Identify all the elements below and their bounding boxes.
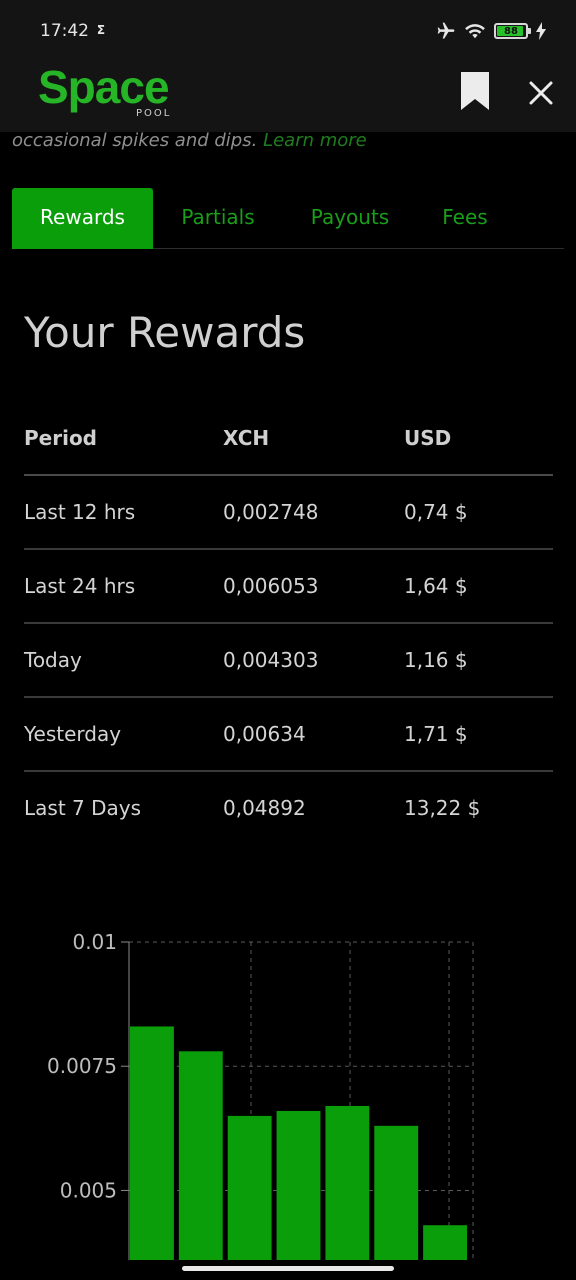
space-pool-logo[interactable]: Space POOL (38, 61, 170, 119)
battery-icon: 88 (494, 23, 531, 39)
intro-description: occasional spikes and dips. (12, 130, 264, 151)
chart-bar (130, 1026, 174, 1260)
rewards-chart: 0.01 0.0075 0.005 (0, 930, 576, 1260)
table-row: Last 24 hrs 0,006053 1,64 $ (24, 550, 553, 624)
close-button[interactable] (524, 76, 558, 110)
chart-y-tick-label: 0.005 (60, 1178, 117, 1202)
tab-rewards[interactable]: Rewards (12, 188, 153, 249)
app-header: Space POOL (0, 58, 576, 132)
chart-bar (374, 1125, 419, 1260)
tab-fees[interactable]: Fees (432, 188, 498, 249)
xch-cell: 0,006053 (223, 574, 319, 598)
period-cell: Last 12 hrs (24, 500, 136, 524)
bookmark-button[interactable] (458, 70, 492, 112)
page-title: Your Rewards (24, 308, 306, 357)
chart-bar (227, 1115, 272, 1260)
sigma-icon: Σ (96, 23, 106, 37)
xch-cell: 0,002748 (223, 500, 319, 524)
period-cell: Last 24 hrs (24, 574, 136, 598)
charging-icon (536, 22, 546, 40)
xch-cell: 0,004303 (223, 648, 319, 672)
period-cell: Yesterday (24, 722, 122, 746)
header-usd: USD (404, 426, 452, 450)
logo-subtext: POOL (136, 108, 172, 119)
header-period: Period (24, 426, 97, 450)
xch-cell: 0,04892 (223, 796, 306, 820)
chart-bar (325, 1105, 370, 1260)
wifi-icon (465, 24, 485, 39)
status-time: 17:42 (40, 21, 89, 41)
period-cell: Last 7 Days (24, 796, 142, 820)
chart-bar (423, 1225, 467, 1260)
usd-cell: 1,16 $ (404, 648, 468, 672)
bookmark-icon (461, 72, 489, 110)
usd-cell: 13,22 $ (404, 796, 481, 820)
usd-cell: 1,71 $ (404, 722, 468, 746)
battery-level: 88 (504, 25, 518, 37)
xch-cell: 0,00634 (223, 722, 306, 746)
status-bar: 17:42 Σ 88 (0, 0, 576, 58)
table-row: Today 0,004303 1,16 $ (24, 624, 553, 698)
home-indicator[interactable] (182, 1266, 394, 1271)
table-header-row: Period XCH USD (24, 402, 553, 476)
table-row: Last 7 Days 0,04892 13,22 $ (24, 772, 553, 846)
table-row: Last 12 hrs 0,002748 0,74 $ (24, 476, 553, 550)
tab-partials[interactable]: Partials (167, 188, 269, 249)
usd-cell: 1,64 $ (404, 574, 468, 598)
intro-text: occasional spikes and dips. Learn more (12, 130, 367, 151)
usd-cell: 0,74 $ (404, 500, 468, 524)
chart-y-tick-label: 0.0075 (47, 1054, 117, 1078)
header-xch: XCH (223, 426, 270, 450)
period-cell: Today (24, 648, 82, 672)
chart-y-tick-label: 0.01 (72, 930, 117, 954)
airplane-icon (437, 22, 455, 39)
close-icon (529, 81, 553, 105)
chart-bar (178, 1051, 223, 1260)
chart-bar (276, 1110, 321, 1260)
rewards-tabs: Rewards Partials Payouts Fees (12, 188, 564, 249)
table-row: Yesterday 0,00634 1,71 $ (24, 698, 553, 772)
tab-payouts[interactable]: Payouts (294, 188, 406, 249)
logo-text: Space (38, 61, 170, 113)
learn-more-link[interactable]: Learn more (263, 130, 367, 151)
rewards-bar-chart: 0.01 0.0075 0.005 (47, 930, 474, 1260)
status-icons: 88 (436, 20, 546, 42)
rewards-table: Period XCH USD Last 12 hrs 0,002748 0,74… (24, 402, 553, 846)
